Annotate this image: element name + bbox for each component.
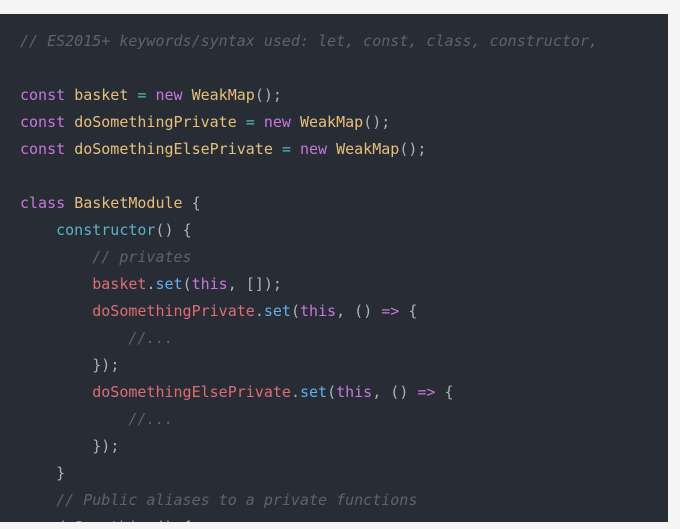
paren-open: ( [291,302,300,320]
keyword-const: const [20,140,65,158]
paren-close: ) [264,86,273,104]
constructor-keyword: constructor [56,221,155,239]
semicolon: ; [110,437,119,455]
comma: , [336,302,345,320]
paren-close: ) [165,518,174,522]
paren-open: ( [183,275,192,293]
operator-eq: = [137,86,146,104]
code-block: // ES2015+ keywords/syntax used: let, co… [0,14,668,522]
keyword-new: new [300,140,327,158]
identifier: doSomethingElsePrivate [92,383,291,401]
identifier: doSomethingPrivate [74,113,237,131]
identifier: doSomethingElsePrivate [74,140,273,158]
page-wrapper: // ES2015+ keywords/syntax used: let, co… [0,0,680,529]
bracket-open: [ [246,275,255,293]
comment-line: // privates [92,248,191,266]
comma: , [372,383,381,401]
semicolon: ; [381,113,390,131]
brace-close: } [56,464,65,482]
paren-open: ( [155,518,164,522]
comma: , [228,275,237,293]
semicolon: ; [273,86,282,104]
paren-close: ) [165,221,174,239]
code-editor: // ES2015+ keywords/syntax used: let, co… [0,14,668,522]
keyword-class: class [20,194,65,212]
brace-close: } [92,437,101,455]
brace-open: { [183,518,192,522]
paren-open: ( [327,383,336,401]
paren-open: ( [354,302,363,320]
brace-open: { [444,383,453,401]
comment-line: //... [128,329,173,347]
brace-open: { [192,194,201,212]
semicolon: ; [417,140,426,158]
brace-open: { [183,221,192,239]
brace-open: { [408,302,417,320]
comment-line: // Public aliases to a private functions [56,491,417,509]
comment-line: //... [128,410,173,428]
method-call: set [264,302,291,320]
dot: . [255,302,264,320]
arrow: => [417,383,435,401]
keyword-this: this [192,275,228,293]
bracket-close: ] [255,275,264,293]
method-name: doSomething [56,518,155,522]
paren-open: ( [399,140,408,158]
operator-eq: = [282,140,291,158]
keyword-const: const [20,113,65,131]
paren-open: ( [363,113,372,131]
dot: . [291,383,300,401]
paren-open: ( [390,383,399,401]
paren-open: ( [255,86,264,104]
paren-close: ) [363,302,372,320]
keyword-new: new [155,86,182,104]
semicolon: ; [110,356,119,374]
identifier: doSomethingPrivate [92,302,255,320]
identifier: basket [92,275,146,293]
paren-close: ) [372,113,381,131]
operator-eq: = [246,113,255,131]
class-name: WeakMap [192,86,255,104]
keyword-new: new [264,113,291,131]
paren-open: ( [155,221,164,239]
paren-close: ) [399,383,408,401]
keyword-this: this [300,302,336,320]
identifier: basket [74,86,128,104]
method-call: set [155,275,182,293]
brace-close: } [92,356,101,374]
class-name: WeakMap [336,140,399,158]
paren-close: ) [101,437,110,455]
comment-line: // ES2015+ keywords/syntax used: let, co… [20,32,598,50]
arrow: => [381,302,399,320]
keyword-const: const [20,86,65,104]
semicolon: ; [273,275,282,293]
keyword-this: this [336,383,372,401]
method-call: set [300,383,327,401]
paren-close: ) [101,356,110,374]
paren-close: ) [264,275,273,293]
class-name: WeakMap [300,113,363,131]
class-name: BasketModule [74,194,182,212]
